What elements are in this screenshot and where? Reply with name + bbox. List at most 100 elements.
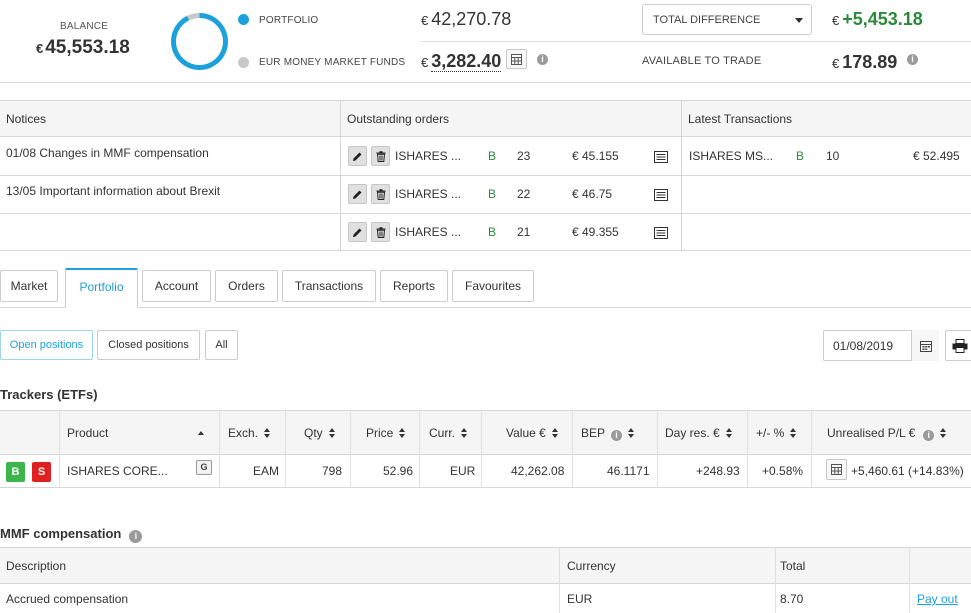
order-side: B <box>488 187 497 201</box>
delete-order-button[interactable] <box>371 184 390 204</box>
position-product[interactable]: ISHARES CORE... <box>67 464 168 478</box>
col-change-pct[interactable]: +/- % <box>756 426 797 440</box>
edit-order-button[interactable] <box>348 184 367 204</box>
transactions-header: Latest Transactions <box>682 101 971 137</box>
position-day-result: +248.93 <box>696 464 740 478</box>
order-details-icon[interactable] <box>654 151 668 163</box>
col-bep[interactable]: BEP i <box>581 426 635 441</box>
order-side: B <box>488 149 497 163</box>
product-badge: G <box>196 460 212 475</box>
order-product: ISHARES ... <box>395 225 462 239</box>
summary-divider <box>420 41 971 42</box>
tab-orders[interactable]: Orders <box>215 270 278 302</box>
notice-item[interactable]: 01/08 Changes in MMF compensation <box>6 146 209 160</box>
order-details-icon[interactable] <box>654 227 668 239</box>
mmf-description: Accrued compensation <box>6 592 129 606</box>
balance-value: €45,553.18 <box>36 37 130 58</box>
panel-divider <box>340 101 341 251</box>
pencil-icon <box>353 228 362 237</box>
tab-reports[interactable]: Reports <box>380 270 448 302</box>
portfolio-legend-dot <box>238 14 249 25</box>
mmf-value[interactable]: €3,282.40 <box>421 51 502 72</box>
edit-order-button[interactable] <box>348 222 367 242</box>
col-exchange[interactable]: Exch. <box>228 426 271 440</box>
order-product: ISHARES ... <box>395 149 462 163</box>
mmf-compensation-table: Description Currency Total Accrued compe… <box>0 547 971 613</box>
sort-icon <box>551 428 559 438</box>
mmf-table-header <box>0 548 971 584</box>
tab-market[interactable]: Market <box>0 270 58 302</box>
pay-out-link[interactable]: Pay out <box>917 592 958 606</box>
sort-asc-icon[interactable] <box>198 431 204 435</box>
all-positions-button[interactable]: All <box>205 330 238 360</box>
transaction-price: € 52.495 <box>913 149 960 163</box>
col-product[interactable]: Product <box>67 426 108 440</box>
difference-value: € +5,453.18 <box>832 9 923 29</box>
available-info-icon[interactable]: i <box>907 54 918 65</box>
col-currency: Currency <box>567 559 616 573</box>
sell-button[interactable]: S <box>32 462 51 482</box>
buy-button[interactable]: B <box>6 462 25 482</box>
mmf-legend-dot <box>238 57 249 68</box>
mmf-currency: EUR <box>567 592 593 606</box>
position-change-pct: +0.58% <box>762 464 804 478</box>
pl-calculator-button[interactable] <box>826 459 847 480</box>
trash-icon <box>376 150 385 162</box>
col-description: Description <box>6 559 67 573</box>
sort-icon <box>461 428 468 438</box>
sort-icon <box>940 428 947 438</box>
position-qty: 798 <box>322 464 343 478</box>
order-qty: 21 <box>517 225 531 239</box>
position-unrealised-pl: +5,460.61 (+14.83%) <box>851 464 964 478</box>
pencil-icon <box>353 152 362 161</box>
calculator-button[interactable] <box>506 49 527 69</box>
tab-favourites[interactable]: Favourites <box>452 270 534 302</box>
notice-item[interactable]: 13/05 Important information about Brexit <box>6 184 220 198</box>
position-value: 42,262.08 <box>511 464 565 478</box>
print-button[interactable] <box>945 330 971 361</box>
trash-icon <box>376 188 385 200</box>
open-positions-button[interactable]: Open positions <box>0 330 93 360</box>
col-unrealised-pl[interactable]: Unrealised P/L € i <box>827 426 947 441</box>
col-day-result[interactable]: Day res. € <box>665 426 733 440</box>
chevron-down-icon <box>795 18 803 23</box>
portfolio-value: €42,270.78 <box>421 9 512 29</box>
trackers-title: Trackers (ETFs) <box>0 387 98 402</box>
delete-order-button[interactable] <box>371 222 390 242</box>
order-qty: 22 <box>517 187 531 201</box>
sort-icon <box>328 428 336 438</box>
allocation-donut-chart <box>171 13 228 70</box>
delete-order-button[interactable] <box>371 146 390 166</box>
portfolio-label: PORTFOLIO <box>259 15 319 26</box>
transaction-qty: 10 <box>826 149 840 163</box>
position-bep: 46.1171 <box>607 464 650 478</box>
calendar-icon <box>919 340 932 352</box>
tab-account[interactable]: Account <box>142 270 211 302</box>
tab-portfolio[interactable]: Portfolio <box>65 268 138 308</box>
tab-transactions[interactable]: Transactions <box>282 270 376 302</box>
mmf-info-icon[interactable]: i <box>537 54 548 65</box>
order-details-icon[interactable] <box>654 189 668 201</box>
position-exchange: EAM <box>253 464 280 478</box>
calculator-icon <box>511 53 522 65</box>
sort-icon <box>725 428 733 438</box>
printer-icon <box>952 338 968 353</box>
closed-positions-button[interactable]: Closed positions <box>97 330 200 360</box>
col-currency[interactable]: Curr. <box>429 426 468 440</box>
order-price: € 46.75 <box>572 187 613 201</box>
col-price[interactable]: Price <box>366 426 406 440</box>
col-qty[interactable]: Qty <box>304 426 336 440</box>
sort-icon <box>790 428 797 438</box>
available-label: AVAILABLE TO TRADE <box>642 55 762 67</box>
bep-info-icon: i <box>611 430 623 441</box>
order-side: B <box>488 225 497 239</box>
position-currency: EUR <box>450 464 476 478</box>
row-divider <box>0 175 971 176</box>
trash-icon <box>376 226 385 238</box>
difference-select[interactable]: TOTAL DIFFERENCE <box>642 4 812 35</box>
date-picker-button[interactable] <box>911 330 939 361</box>
mmf-label: EUR MONEY MARKET FUNDS <box>259 57 406 68</box>
col-value[interactable]: Value € <box>506 426 559 440</box>
edit-order-button[interactable] <box>348 146 367 166</box>
row-divider <box>0 213 971 214</box>
